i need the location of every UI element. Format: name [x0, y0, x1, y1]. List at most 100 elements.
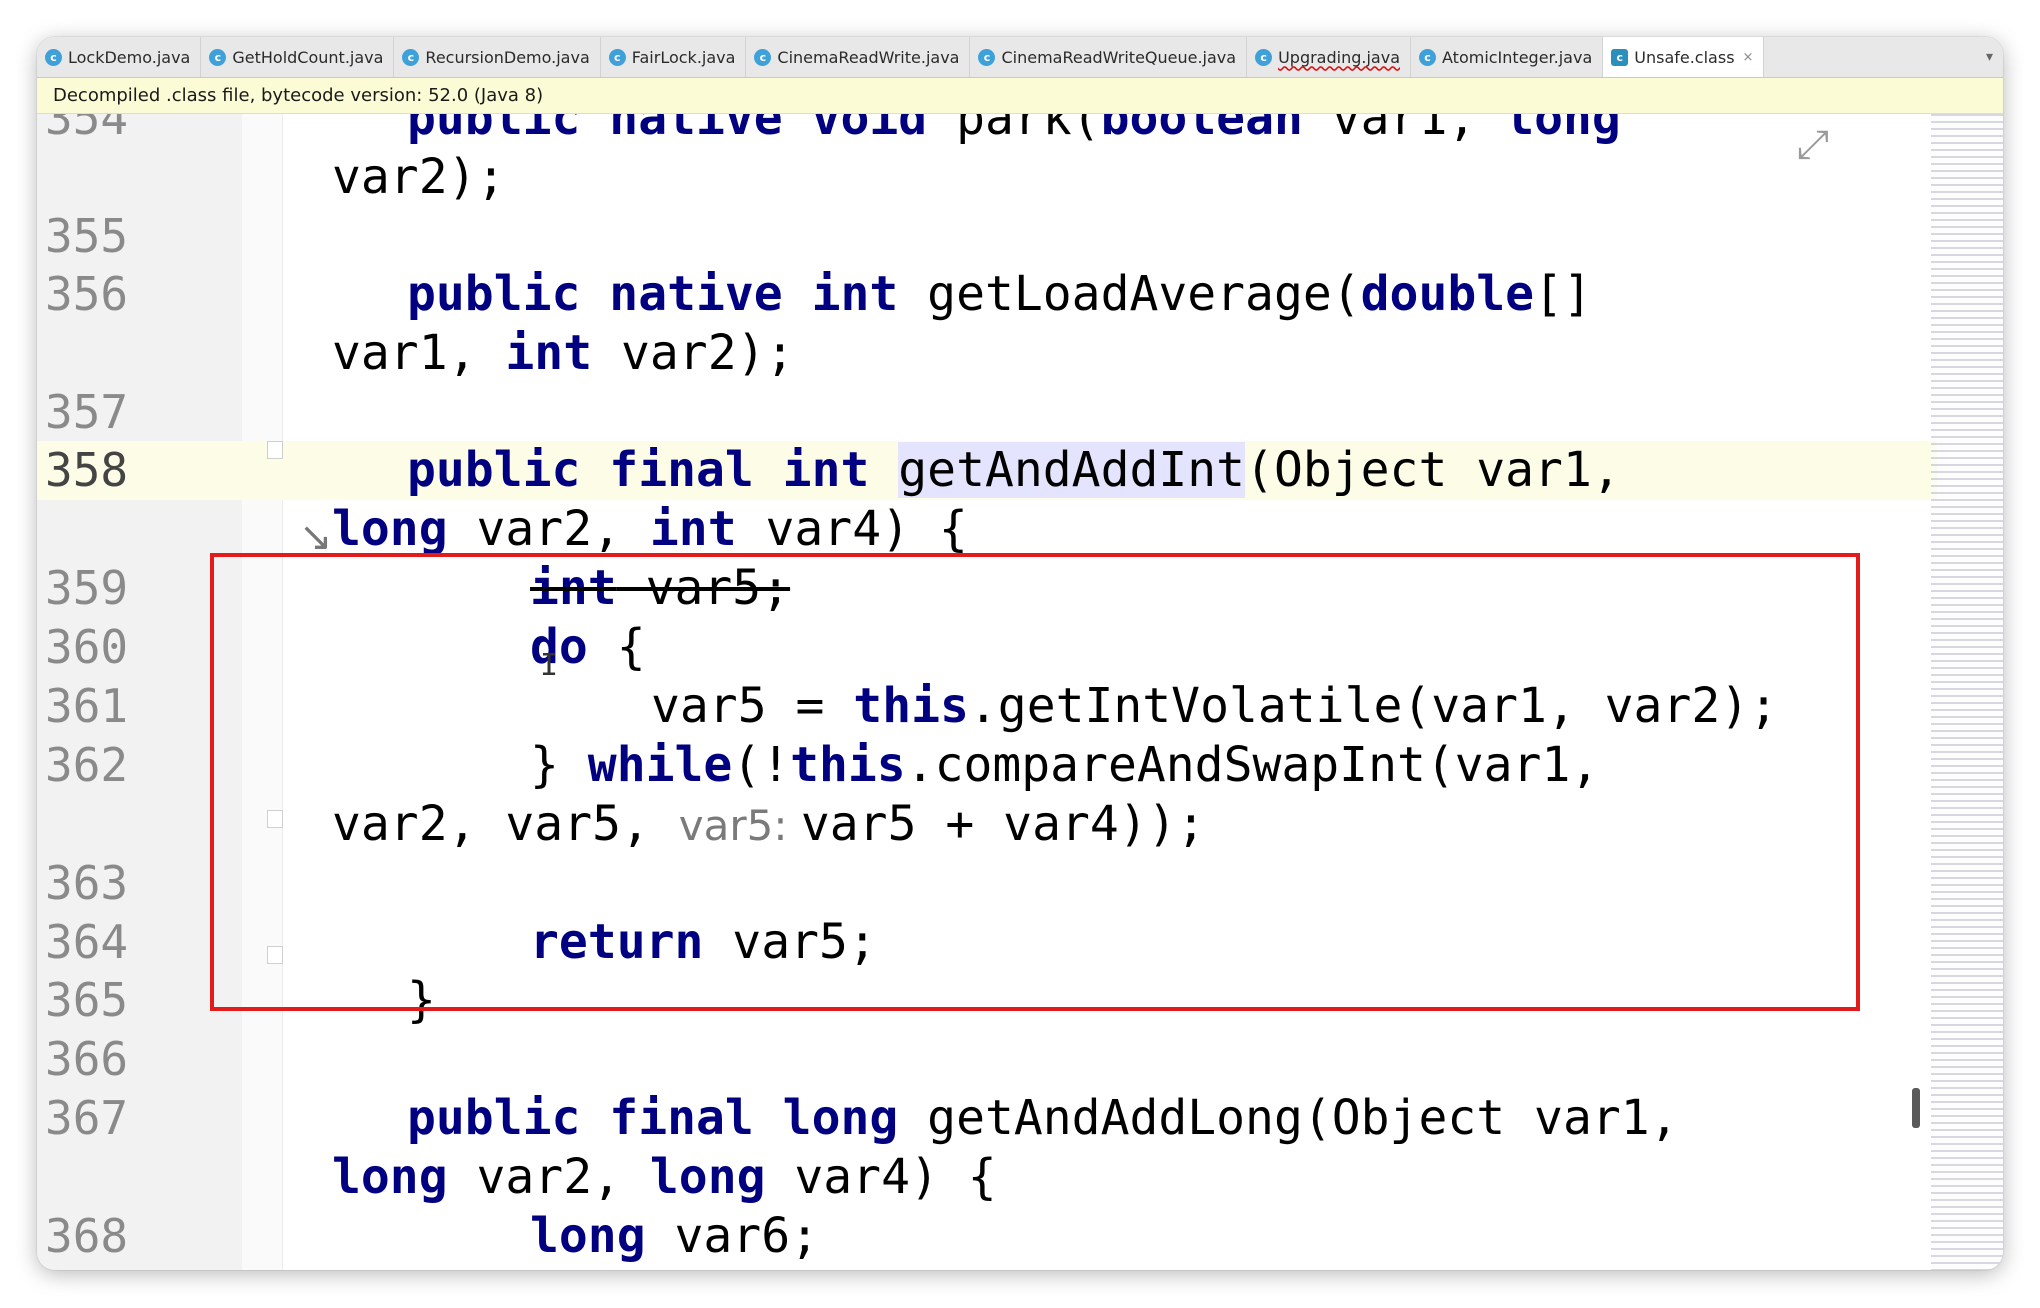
code-line[interactable]: 365} [37, 971, 1937, 1030]
editor-tab-label: GetHoldCount.java [232, 47, 384, 67]
line-number: 363 [45, 856, 129, 910]
code-token: (! [732, 737, 791, 793]
code-token: } [530, 737, 588, 793]
line-number: 364 [45, 915, 129, 969]
code-line[interactable]: 368 long var6; [37, 1207, 1937, 1266]
line-number: 358 [45, 443, 129, 497]
fold-toggle-icon[interactable] [267, 946, 283, 964]
editor-tab[interactable]: c FairLock.java [601, 37, 747, 77]
line-number: 357 [45, 385, 129, 439]
code-token: .getIntVolatile(var1, var2); [968, 678, 1779, 734]
fold-toggle-icon[interactable] [267, 441, 283, 459]
class-icon: c [754, 48, 772, 66]
editor-tab[interactable]: c GetHoldCount.java [201, 37, 395, 77]
code-keyword: public final int [407, 442, 899, 498]
editor-tab-label: Unsafe.class [1634, 47, 1735, 67]
code-line[interactable]: 358 public final int getAndAddInt(Object … [37, 441, 1937, 500]
code-token: { [587, 619, 646, 675]
vertical-scrollbar-thumb[interactable] [1912, 1088, 1920, 1128]
code-text: long var6; [530, 1207, 819, 1266]
editor-tab-strip: c LockDemo.java c GetHoldCount.java c Recursi… [37, 37, 2003, 78]
editor-tab-label: LockDemo.java [68, 47, 191, 67]
code-keyword: long [1505, 114, 1621, 146]
code-token: var2, [447, 501, 650, 557]
line-number: 365 [45, 973, 129, 1027]
code-token: var5 = [651, 678, 854, 734]
tab-list-dropdown-icon[interactable]: ▾ [1976, 49, 2003, 65]
editor-tab[interactable]: c Upgrading.java [1247, 37, 1411, 77]
lambda-gutter-icon[interactable]: ⤢ [1797, 122, 1829, 168]
code-line[interactable]: 361 var5 = this.getIntVolatile(var1, var2… [37, 677, 1937, 736]
close-tab-icon[interactable]: × [1743, 50, 1754, 65]
code-token: getAndAddInt [898, 442, 1246, 498]
code-line[interactable]: 364 return var5; [37, 913, 1937, 972]
line-number: 366 [45, 1032, 129, 1086]
code-token: .compareAndSwapInt(var1, [905, 737, 1600, 793]
line-number: 362 [45, 738, 129, 792]
code-keyword: do [530, 619, 588, 675]
code-keyword: long [332, 1149, 448, 1205]
editor-tab-label: AtomicInteger.java [1442, 47, 1593, 67]
code-token: (Object var1, [1245, 442, 1621, 498]
code-editor[interactable]: 354 public native void park(boolean var1,… [37, 114, 2003, 1270]
code-keyword: long [530, 1208, 646, 1264]
editor-tab-label: FairLock.java [631, 47, 736, 67]
class-icon: c [608, 48, 626, 66]
code-line[interactable]: 360 do { [37, 618, 1937, 677]
code-keyword: long [649, 1149, 766, 1205]
code-line[interactable]: 354 public native void park(boolean var1,… [37, 114, 1937, 148]
code-line[interactable]: 357 [37, 383, 1937, 442]
code-line[interactable]: 363 [37, 854, 1937, 913]
implementation-arrow-icon[interactable]: ↘ [299, 514, 333, 560]
line-number: 361 [45, 679, 129, 733]
class-file-icon: c [1611, 48, 1629, 66]
code-text: var2, var5, var5: var5 + var4)); [332, 795, 1205, 855]
code-keyword: public final long [407, 1090, 928, 1146]
editor-tab[interactable]: c CinemaReadWrite.java [746, 37, 971, 77]
decompiled-banner: Decompiled .class file, bytecode version… [37, 78, 2003, 114]
code-text: public native void park(boolean var1, lo… [407, 114, 1621, 148]
code-keyword: this [853, 678, 969, 734]
code-line[interactable]: 362} while(!this.compareAndSwapInt(var1, [37, 736, 1937, 795]
code-token: getLoadAverage( [927, 266, 1361, 322]
code-line[interactable]: var1, int var2); [37, 324, 1937, 383]
code-text: public native int getLoadAverage(double[… [407, 265, 1592, 324]
editor-tab[interactable]: c LockDemo.java [37, 37, 202, 77]
code-token: [] [1534, 266, 1592, 322]
code-text: var5 = this.getIntVolatile(var1, var2); [651, 677, 1778, 736]
code-keyword: this [790, 737, 906, 793]
code-line[interactable]: var2); [37, 148, 1937, 207]
code-token: getAndAddLong(Object var1, [927, 1090, 1679, 1146]
class-icon: c [978, 48, 996, 66]
line-number: 368 [45, 1209, 129, 1263]
line-number: 354 [45, 114, 129, 145]
editor-tab[interactable]: c Unsafe.class × [1603, 37, 1765, 77]
line-number: 359 [45, 561, 129, 615]
code-keyword: return [530, 914, 704, 970]
code-line[interactable]: 356 public native int getLoadAverage(doub… [37, 265, 1937, 324]
code-line[interactable]: 367 public final long getAndAddLong(Objec… [37, 1089, 1937, 1148]
code-text: } [407, 971, 436, 1030]
editor-tab[interactable]: c RecursionDemo.java [394, 37, 601, 77]
code-keyword: boolean [1100, 114, 1303, 146]
code-line[interactable]: var2, var5, var5: var5 + var4)); [37, 795, 1937, 854]
code-line[interactable]: 359 int var5; [37, 559, 1937, 618]
code-text: int var5; [530, 559, 790, 618]
line-number: 367 [45, 1091, 129, 1145]
code-token: var5; [703, 914, 877, 970]
line-number: 360 [45, 620, 129, 674]
editor-tab-label: CinemaReadWriteQueue.java [1001, 47, 1237, 67]
editor-tab[interactable]: c CinemaReadWriteQueue.java [970, 37, 1248, 77]
code-line[interactable]: long var2, long var4) { [37, 1148, 1937, 1207]
code-text: long var2, long var4) { [332, 1148, 997, 1207]
code-minimap[interactable] [1931, 114, 2003, 1270]
code-line[interactable]: 366 [37, 1030, 1937, 1089]
code-token: var2); [592, 325, 795, 381]
code-keyword: int [530, 560, 617, 616]
fold-toggle-icon[interactable] [267, 810, 283, 828]
code-line[interactable]: 355 [37, 207, 1937, 266]
editor-tab-label: RecursionDemo.java [425, 47, 590, 67]
editor-tab[interactable]: c AtomicInteger.java [1411, 37, 1604, 77]
code-text: var2); [332, 148, 505, 207]
text-cursor-icon: I [540, 648, 559, 683]
